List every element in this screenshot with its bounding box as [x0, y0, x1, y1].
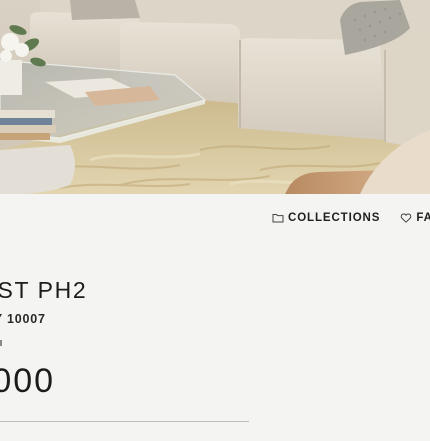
- listing-address: NY 10007: [0, 312, 46, 326]
- listing-title: Y ST PH2: [0, 277, 88, 303]
- listing-page: COLLECTIONS FAV Y ST PH2 NY 10007 0,000: [0, 0, 430, 441]
- favorite-label: FAV: [416, 212, 430, 224]
- separator-tick: [0, 340, 2, 346]
- folder-icon: [272, 212, 284, 224]
- hero-photo: [0, 0, 430, 194]
- heart-icon: [400, 212, 412, 224]
- collections-label: COLLECTIONS: [288, 212, 381, 224]
- collections-button[interactable]: COLLECTIONS: [272, 212, 380, 224]
- listing-actions: COLLECTIONS FAV: [272, 212, 430, 224]
- favorite-button[interactable]: FAV: [400, 212, 430, 224]
- section-divider: [0, 421, 249, 422]
- listing-price: 0,000: [0, 362, 56, 400]
